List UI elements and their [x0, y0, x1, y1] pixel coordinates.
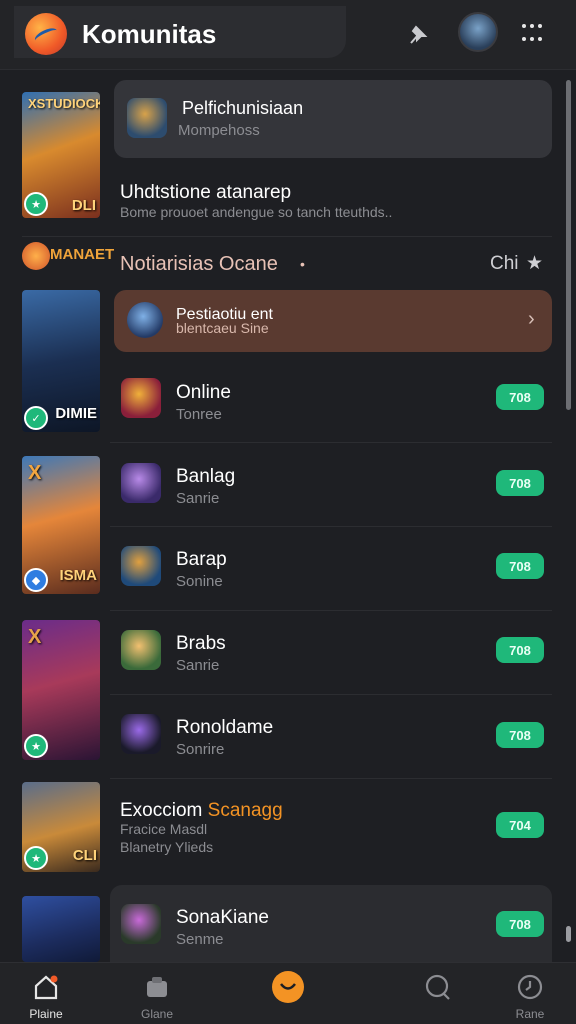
store-icon: [143, 973, 171, 1001]
section-action-label[interactable]: Chi: [490, 253, 519, 275]
row-title[interactable]: Brabs: [176, 633, 226, 655]
game-thumbnail[interactable]: X ISMA ◆: [22, 456, 100, 594]
row-avatar: [121, 904, 161, 944]
nav-search[interactable]: [398, 963, 478, 1024]
highlight-line2: blentcaeu Sine: [176, 320, 269, 336]
thumbnail-caption: ISMA: [59, 567, 98, 584]
divider: [110, 694, 552, 695]
row-subtitle: Tonree: [176, 406, 222, 423]
count-badge[interactable]: 708: [496, 911, 544, 937]
highlight-card[interactable]: Pestiaotiu ent blentcaeu Sine ›: [114, 290, 552, 352]
thumbnail-caption: CLI: [72, 847, 97, 864]
promo-subtitle: Bome prouoet andengue so tanch tteuthds.…: [120, 204, 393, 220]
row-title[interactable]: Banlag: [176, 466, 235, 488]
divider: [22, 236, 552, 237]
promo-title: Uhdtstione atanarep: [120, 182, 292, 203]
row-avatar: [121, 546, 161, 586]
grid-menu-icon[interactable]: [522, 24, 544, 46]
exception-line3: Blanetry Ylieds: [120, 839, 214, 855]
row-title[interactable]: Barap: [176, 549, 227, 571]
row-subtitle: Sonine: [176, 573, 223, 590]
row-subtitle: Sanrie: [176, 490, 220, 507]
center-action-icon: [272, 971, 304, 1003]
chevron-right-icon[interactable]: ›: [528, 308, 535, 331]
featured-avatar: [127, 98, 167, 138]
thumbnail-caption: DIMIE: [55, 405, 97, 422]
scrollbar-end[interactable]: [566, 926, 571, 942]
section-title: Notiarisias Ocane: [120, 253, 278, 275]
thumbnail-caption: XSTUDIOCK: [28, 96, 100, 111]
featured-card[interactable]: Pelfichunisiaan Mompehoss: [114, 80, 552, 158]
row-subtitle: Senme: [176, 931, 224, 948]
user-avatar[interactable]: [458, 12, 498, 52]
count-badge[interactable]: 708: [496, 553, 544, 579]
page-title: Komunitas: [82, 19, 217, 49]
top-bar: Komunitas: [0, 0, 576, 70]
thumbnail-caption: X: [28, 462, 42, 484]
game-thumbnail[interactable]: CLI ★: [22, 782, 100, 872]
section-logo-text: MANAET: [50, 246, 115, 263]
row-avatar: [121, 714, 161, 754]
row-title: SonaKiane: [176, 907, 269, 928]
row-avatar: [121, 630, 161, 670]
game-thumbnail[interactable]: XSTUDIOCK DLI ★: [22, 92, 100, 218]
exception-title[interactable]: Exocciom Scanagg: [120, 800, 283, 822]
shield-icon: ◆: [24, 568, 48, 592]
row-avatar: [121, 378, 161, 418]
section-logo-icon: [22, 242, 50, 270]
clock-icon: [516, 973, 544, 1001]
count-badge[interactable]: 708: [496, 384, 544, 410]
exception-title-highlight: Scanagg: [207, 800, 283, 821]
game-thumbnail[interactable]: DIMIE ✓: [22, 290, 100, 432]
featured-subtitle: Mompehoss: [178, 122, 260, 139]
bottom-nav: Plaine Glane Rane: [0, 962, 576, 1024]
row-title[interactable]: Online: [176, 382, 231, 404]
row-title[interactable]: Ronoldame: [176, 717, 273, 739]
row-subtitle: Sanrie: [176, 657, 220, 674]
game-thumbnail[interactable]: X ★: [22, 620, 100, 760]
list-card[interactable]: SonaKiane Senme: [110, 885, 552, 962]
row-avatar: [121, 463, 161, 503]
thumbnail-caption: DLI: [71, 197, 96, 214]
nav-clock[interactable]: Rane: [490, 963, 570, 1024]
divider: [110, 442, 552, 443]
app-logo[interactable]: [25, 13, 67, 55]
nav-center-action[interactable]: [248, 963, 328, 1024]
row-subtitle: Sonrire: [176, 741, 225, 758]
star-icon[interactable]: ★: [526, 252, 543, 275]
bolt-icon: ★: [24, 846, 48, 870]
check-icon: ✓: [24, 406, 48, 430]
thumbnail-caption: X: [28, 626, 42, 648]
divider: [110, 610, 552, 611]
nav-store[interactable]: Glane: [117, 963, 197, 1024]
count-badge[interactable]: 708: [496, 470, 544, 496]
exception-title-main: Exocciom: [120, 800, 203, 821]
count-badge[interactable]: 708: [496, 637, 544, 663]
nav-home[interactable]: Plaine: [6, 963, 86, 1024]
count-badge[interactable]: 704: [496, 812, 544, 838]
exception-line2: Fracice Masdl: [120, 821, 208, 837]
highlight-avatar: [127, 302, 163, 338]
home-icon: [32, 973, 60, 1001]
scrollbar-thumb[interactable]: [566, 80, 571, 410]
nav-label: Plaine: [29, 1007, 63, 1021]
pin-icon[interactable]: [402, 18, 434, 50]
nav-label: Rane: [515, 1007, 545, 1021]
divider: [110, 526, 552, 527]
game-thumbnail[interactable]: [22, 896, 100, 962]
nav-label: Glane: [140, 1007, 174, 1021]
section-dot: •: [300, 256, 305, 272]
bolt-icon: ★: [24, 192, 48, 216]
search-icon: [424, 973, 452, 1001]
divider: [110, 778, 552, 779]
bolt-icon: ★: [24, 734, 48, 758]
count-badge[interactable]: 708: [496, 722, 544, 748]
featured-title: Pelfichunisiaan: [182, 98, 304, 118]
